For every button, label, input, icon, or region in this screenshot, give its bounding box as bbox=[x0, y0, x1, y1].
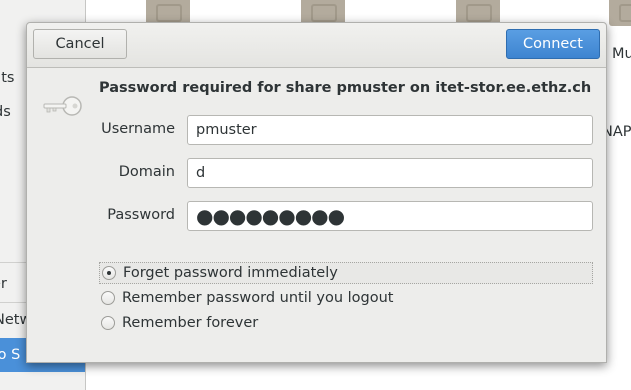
connect-button[interactable]: Connect bbox=[506, 29, 600, 59]
cancel-button[interactable]: Cancel bbox=[33, 29, 127, 59]
folder-icon[interactable] bbox=[609, 0, 631, 26]
username-label: Username bbox=[101, 121, 175, 137]
password-label: Password bbox=[107, 207, 175, 223]
radio-label: Remember password until you logout bbox=[122, 290, 394, 306]
radio-button[interactable] bbox=[102, 266, 116, 280]
sidebar-item-downloads[interactable]: ds bbox=[0, 104, 11, 120]
radio-remember-forever[interactable]: Remember forever bbox=[99, 313, 593, 335]
sidebar-item-label: to S bbox=[0, 347, 21, 363]
radio-remember-until-logout[interactable]: Remember password until you logout bbox=[99, 288, 593, 310]
password-dialog: Cancel Connect Password required for sha… bbox=[26, 22, 607, 363]
sidebar-item-recents[interactable]: nts bbox=[0, 70, 14, 86]
radio-label: Remember forever bbox=[122, 315, 259, 331]
folder-label: Mu bbox=[612, 46, 631, 62]
dialog-heading: Password required for share pmuster on i… bbox=[99, 80, 592, 96]
radio-button[interactable] bbox=[101, 316, 115, 330]
radio-button[interactable] bbox=[101, 291, 115, 305]
sidebar-item-computer[interactable]: er bbox=[0, 276, 7, 292]
radio-forget-immediately[interactable]: Forget password immediately bbox=[99, 262, 593, 284]
key-icon bbox=[43, 93, 83, 123]
domain-label: Domain bbox=[118, 164, 175, 180]
username-field[interactable]: pmuster bbox=[187, 115, 593, 145]
domain-field[interactable]: d bbox=[187, 158, 593, 188]
radio-label: Forget password immediately bbox=[123, 265, 338, 281]
password-field[interactable]: ●●●●●●●●● bbox=[187, 201, 593, 231]
dialog-headerbar: Cancel Connect bbox=[27, 23, 606, 68]
